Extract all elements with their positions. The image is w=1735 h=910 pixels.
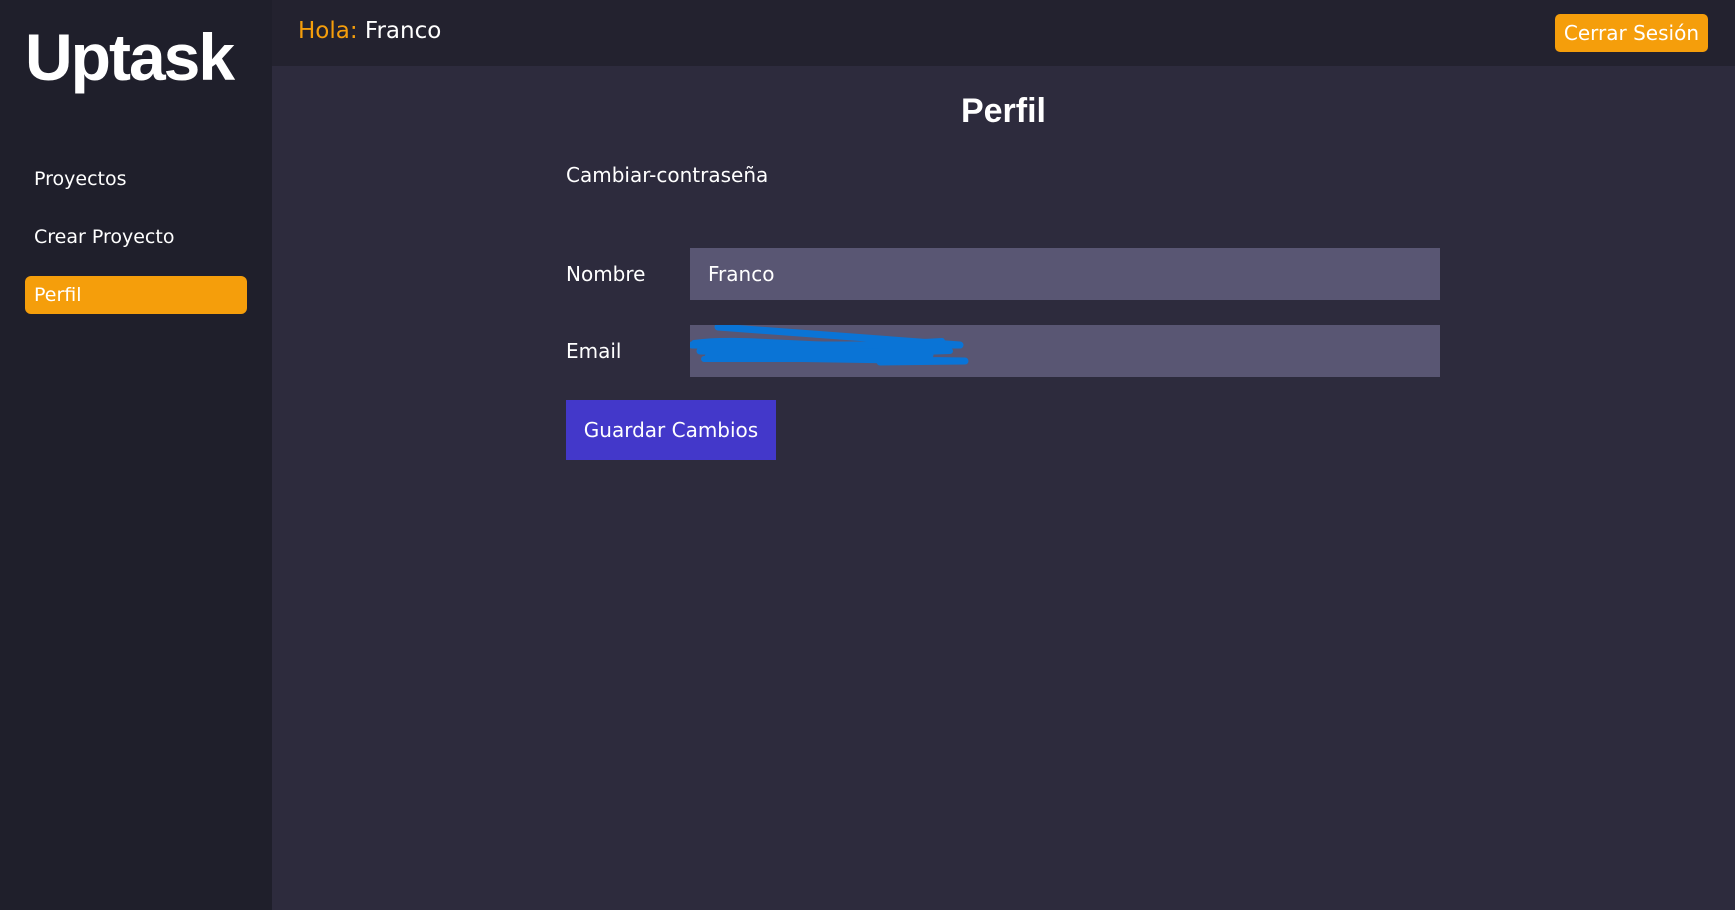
profile-form: Nombre Email Guardar Cambios bbox=[566, 248, 1440, 460]
sidebar-item-proyectos[interactable]: Proyectos bbox=[25, 160, 247, 198]
name-label: Nombre bbox=[566, 262, 646, 286]
save-changes-button[interactable]: Guardar Cambios bbox=[566, 400, 776, 460]
sidebar: Uptask Proyectos Crear Proyecto Perfil bbox=[0, 0, 272, 910]
main-content: Hola: Franco Cerrar Sesión Perfil Cambia… bbox=[272, 0, 1735, 910]
email-input-wrapper bbox=[690, 325, 1440, 377]
brand-logo: Uptask bbox=[25, 20, 235, 94]
logout-button[interactable]: Cerrar Sesión bbox=[1554, 14, 1708, 52]
name-input[interactable] bbox=[690, 248, 1440, 300]
top-bar: Hola: Franco Cerrar Sesión bbox=[272, 0, 1735, 66]
sidebar-nav: Proyectos Crear Proyecto Perfil bbox=[25, 160, 247, 314]
email-field-row: Email bbox=[566, 325, 1440, 377]
email-label: Email bbox=[566, 339, 622, 363]
user-name: Franco bbox=[364, 18, 442, 44]
sidebar-item-crear-proyecto[interactable]: Crear Proyecto bbox=[25, 218, 247, 256]
greeting: Hola: Franco bbox=[298, 18, 441, 44]
greeting-prefix: Hola: bbox=[298, 18, 358, 44]
app-root: Uptask Proyectos Crear Proyecto Perfil H… bbox=[0, 0, 1735, 910]
email-input[interactable] bbox=[690, 325, 1440, 377]
page-title: Perfil bbox=[960, 92, 1047, 130]
sidebar-item-perfil[interactable]: Perfil bbox=[25, 276, 247, 314]
name-field-row: Nombre bbox=[566, 248, 1440, 300]
change-password-link[interactable]: Cambiar-contraseña bbox=[566, 163, 768, 187]
